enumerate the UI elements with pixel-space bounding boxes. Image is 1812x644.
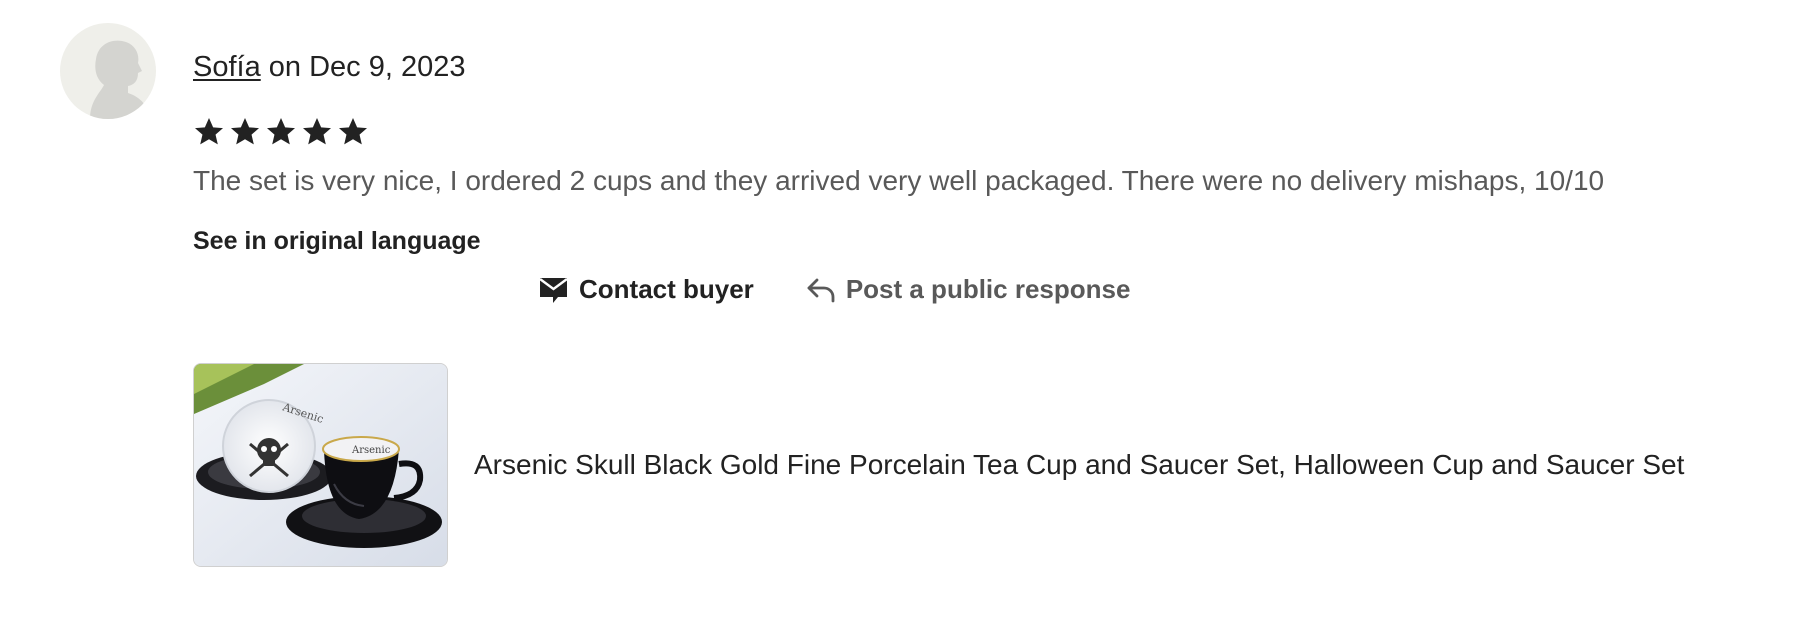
post-public-response-button[interactable]: Post a public response [806,272,1131,306]
listing-card: Arsenic Arsenic Arsenic Skull Black Gold… [193,363,1684,567]
review-text: The set is very nice, I ordered 2 cups a… [193,165,1605,196]
star-icon [301,116,333,148]
contact-buyer-label: Contact buyer [579,274,754,304]
reviewer-name-link[interactable]: Sofía [193,51,261,83]
post-public-response-label: Post a public response [845,274,1131,304]
contact-buyer-button[interactable]: Contact buyer [538,272,754,306]
reply-arrow-icon [806,274,836,304]
listing-thumbnail[interactable]: Arsenic Arsenic [193,363,448,567]
star-icon [265,116,297,148]
star-icon [337,116,369,148]
review-byline: Sofía on Dec 9, 2023 [193,49,465,85]
star-icon [229,116,261,148]
reviewer-avatar[interactable] [60,23,156,119]
review-actions: Contact buyer Post a public response [538,272,1130,306]
envelope-icon [538,274,569,305]
star-rating [193,116,369,148]
see-original-language-link[interactable]: See in original language [193,225,481,257]
listing-title-link[interactable]: Arsenic Skull Black Gold Fine Porcelain … [474,447,1684,483]
star-icon [193,116,225,148]
person-silhouette-icon [90,40,150,119]
cup-inscription-text-2: Arsenic [351,445,391,456]
review-date: on Dec 9, 2023 [260,51,466,83]
